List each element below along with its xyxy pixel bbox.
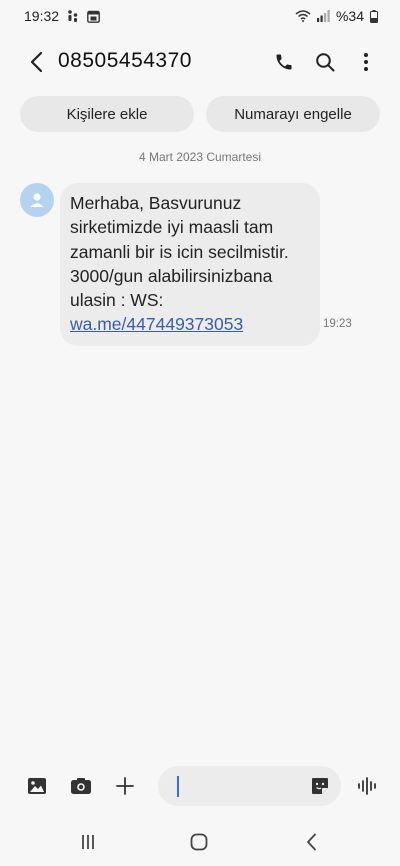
text-caret (177, 776, 179, 797)
more-vertical-icon (364, 53, 368, 71)
status-left: 19:32 (24, 8, 100, 24)
gallery-icon (28, 778, 46, 794)
camera-icon (71, 778, 91, 794)
block-number-button[interactable]: Numarayı engelle (206, 96, 380, 132)
more-options-button[interactable] (352, 48, 380, 76)
message-bubble[interactable]: Merhaba, Basvurunuz sirketimizde iyi maa… (60, 183, 320, 346)
plus-icon (116, 777, 134, 795)
status-right: %34 (295, 8, 378, 24)
camera-button[interactable] (67, 772, 95, 800)
search-icon (316, 53, 335, 72)
signal-icon (316, 10, 330, 22)
avatar[interactable] (20, 183, 54, 217)
home-icon (190, 833, 208, 851)
battery-percent: %34 (335, 8, 364, 24)
add-attachment-button[interactable] (111, 772, 139, 800)
recent-apps-icon (82, 835, 94, 849)
sender-actions: Kişilere ekle Numarayı engelle (20, 96, 380, 132)
search-button[interactable] (311, 48, 339, 76)
nav-back-button[interactable] (297, 830, 325, 854)
sticker-button[interactable] (309, 775, 331, 797)
voice-wave-icon (358, 777, 376, 795)
status-bar: 19:32 %34 (0, 0, 400, 32)
recent-apps-button[interactable] (74, 830, 102, 854)
battery-icon (370, 9, 378, 23)
add-contact-button[interactable]: Kişilere ekle (20, 96, 194, 132)
status-time: 19:32 (24, 8, 60, 24)
wifi-icon (295, 10, 311, 22)
conversation-header: 08505454370 (0, 40, 400, 84)
call-button[interactable] (270, 48, 298, 76)
sticker-icon (312, 778, 328, 794)
date-separator: 4 Mart 2023 Cumartesi (138, 150, 262, 164)
gallery-button[interactable] (23, 772, 51, 800)
message-time: 19:23 (323, 318, 352, 330)
back-button[interactable] (24, 50, 48, 74)
message-text: Merhaba, Basvurunuz sirketimizde iyi maa… (70, 193, 289, 311)
person-icon (30, 193, 44, 207)
voice-record-button[interactable] (354, 772, 382, 800)
back-arrow-icon (30, 51, 43, 73)
system-nav-bar (0, 820, 400, 866)
nav-back-icon (307, 833, 316, 851)
phone-icon (276, 54, 292, 70)
walk-notification-icon (67, 9, 79, 23)
message-input[interactable] (158, 766, 341, 806)
message-link[interactable]: wa.me/447449373053 (70, 314, 243, 334)
contact-number-title: 08505454370 (58, 49, 192, 72)
calendar-notification-icon (87, 10, 100, 23)
home-button[interactable] (185, 830, 213, 854)
message-composer (0, 764, 400, 808)
